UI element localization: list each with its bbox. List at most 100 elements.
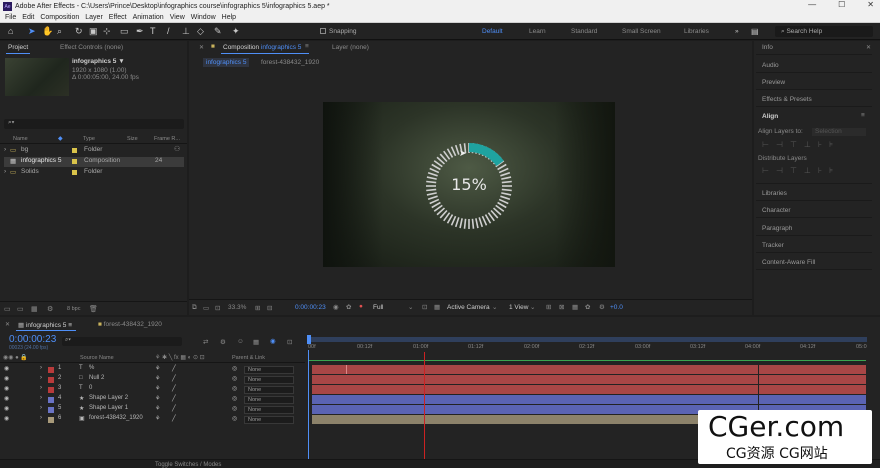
- shy-switch-icon[interactable]: ⚘: [155, 415, 160, 422]
- shy-switch-icon[interactable]: ⚘: [155, 405, 160, 412]
- tab-composition[interactable]: Composition infographics 5: [223, 44, 301, 51]
- label-color-swatch[interactable]: [48, 367, 54, 373]
- table-row[interactable]: ◉ › 4 ★ Shape Layer 2 ⚘ ╱ ◎ None: [0, 395, 305, 405]
- table-row[interactable]: ◉ › 1 T% ⚘ ╱ ◎ None: [0, 365, 305, 375]
- roto-brush-tool-icon[interactable]: ✎: [214, 26, 222, 37]
- work-area-range[interactable]: [307, 337, 867, 342]
- timeline-search-input[interactable]: ⌕▾: [62, 337, 182, 346]
- project-search-input[interactable]: ⌕▾: [4, 119, 184, 129]
- toggle-pixel-icon[interactable]: ⊞: [546, 303, 551, 311]
- flowchart-icon[interactable]: ⚇: [174, 145, 180, 153]
- workspace-learn[interactable]: Learn: [529, 28, 546, 35]
- playhead[interactable]: [308, 350, 309, 460]
- comp-frame[interactable]: 15% ➤: [323, 102, 615, 267]
- zoom-tool-icon[interactable]: ⌕: [57, 26, 62, 37]
- interpret-footage-icon[interactable]: ▭: [4, 305, 11, 313]
- draft-3d-icon[interactable]: ⚙: [220, 338, 226, 346]
- chevron-right-icon[interactable]: ›: [40, 395, 42, 401]
- column-size[interactable]: Size: [127, 136, 138, 142]
- close-icon[interactable]: ✕: [199, 44, 204, 51]
- panel-content-aware-fill[interactable]: Content-Aware Fill: [756, 253, 872, 270]
- viewer-timecode[interactable]: 0:00:00:23: [295, 304, 326, 311]
- label-swatch[interactable]: [72, 159, 77, 164]
- label-color-swatch[interactable]: [48, 377, 54, 383]
- column-source-name[interactable]: Source Name: [80, 355, 114, 361]
- eye-icon[interactable]: ◉: [4, 415, 9, 422]
- tab-menu-icon[interactable]: ≡: [305, 43, 309, 50]
- chevron-right-icon[interactable]: ›: [4, 146, 6, 153]
- quality-switch-icon[interactable]: ╱: [172, 405, 176, 412]
- label-color-swatch[interactable]: [48, 397, 54, 403]
- pickwhip-icon[interactable]: ◎: [232, 395, 237, 402]
- mask-view-icon[interactable]: ⊡: [215, 304, 220, 312]
- selected-item-name[interactable]: infographics 5 ▼: [72, 58, 125, 65]
- flowchart-icon[interactable]: ✿: [585, 303, 590, 311]
- more-workspaces-button[interactable]: »: [735, 28, 739, 35]
- layer-name[interactable]: %: [89, 365, 94, 371]
- work-area-start-handle[interactable]: [307, 335, 311, 344]
- workspace-small-screen[interactable]: Small Screen: [622, 28, 661, 35]
- menu-view[interactable]: View: [170, 14, 185, 21]
- comp-mini-flowchart-icon[interactable]: ⇄: [203, 338, 208, 346]
- chevron-right-icon[interactable]: ›: [40, 415, 42, 421]
- chevron-right-icon[interactable]: ›: [4, 168, 6, 175]
- type-tool-icon[interactable]: T: [150, 26, 156, 36]
- hand-tool-icon[interactable]: ✋: [42, 26, 53, 37]
- workspace-libraries[interactable]: Libraries: [684, 28, 709, 35]
- new-composition-icon[interactable]: ▦: [31, 305, 38, 313]
- keyframe-marker[interactable]: [346, 365, 347, 374]
- always-preview-icon[interactable]: ⧉: [192, 304, 197, 312]
- panel-preview[interactable]: Preview: [756, 73, 872, 90]
- tab-project[interactable]: Project: [8, 44, 28, 51]
- table-row[interactable]: ◉ › 3 T 0 ⚘ ╱ ◎ None: [0, 385, 305, 395]
- pickwhip-icon[interactable]: ◎: [232, 415, 237, 422]
- label-swatch[interactable]: [72, 148, 77, 153]
- chevron-right-icon[interactable]: ›: [40, 365, 42, 371]
- label-color-swatch[interactable]: [48, 407, 54, 413]
- eye-icon[interactable]: ◉: [4, 385, 9, 392]
- panel-effects-presets[interactable]: Effects & Presets: [756, 90, 872, 107]
- view-layout-select[interactable]: 1 View: [509, 304, 528, 311]
- column-frame-rate[interactable]: Frame R...: [154, 136, 180, 142]
- fast-preview-icon[interactable]: ⊠: [559, 303, 564, 311]
- table-row[interactable]: ◉ › 6 ▣ forest-438432_1920 ⚘ ╱ ◎ None: [0, 415, 305, 425]
- eye-icon[interactable]: ◉: [4, 375, 9, 382]
- list-item[interactable]: › ▭ bg Folder: [4, 146, 184, 156]
- graph-editor-icon[interactable]: ⊡: [287, 338, 292, 346]
- maximize-button[interactable]: ☐: [838, 0, 845, 9]
- tab-effect-controls[interactable]: Effect Controls (none): [60, 44, 123, 51]
- pan-behind-tool-icon[interactable]: ⊹: [103, 26, 111, 37]
- tab-timeline-comp[interactable]: ▦ infographics 5 ≡: [18, 321, 72, 329]
- workspace-standard[interactable]: Standard: [571, 28, 597, 35]
- chevron-right-icon[interactable]: ›: [40, 405, 42, 411]
- search-help-input[interactable]: ⌕ Search Help: [775, 26, 873, 37]
- quality-switch-icon[interactable]: ╱: [172, 385, 176, 392]
- brush-tool-icon[interactable]: /: [167, 26, 170, 36]
- toggle-switches-modes[interactable]: Toggle Switches / Modes: [155, 462, 221, 468]
- column-name[interactable]: Name: [13, 136, 28, 142]
- breadcrumb-comp[interactable]: infographics 5: [203, 58, 250, 67]
- panel-libraries[interactable]: Libraries: [756, 184, 872, 201]
- menu-layer[interactable]: Layer: [85, 14, 103, 21]
- breadcrumb-footage[interactable]: forest-438432_1920: [261, 59, 319, 66]
- layer-bar-3[interactable]: [312, 385, 866, 394]
- column-type[interactable]: Type: [83, 136, 95, 142]
- chevron-down-icon[interactable]: ⌄: [530, 303, 535, 311]
- rotate-tool-icon[interactable]: ↻: [75, 26, 83, 37]
- bpc-label[interactable]: 8 bpc: [67, 306, 80, 312]
- chevron-down-icon[interactable]: ⌄: [408, 303, 413, 311]
- menu-edit[interactable]: Edit: [22, 14, 34, 21]
- exposure-value[interactable]: +0.0: [610, 304, 623, 311]
- layer-bar-2[interactable]: [312, 375, 866, 384]
- tab-timeline-footage[interactable]: ■ forest-438432_1920: [98, 321, 162, 328]
- quality-switch-icon[interactable]: ╱: [172, 375, 176, 382]
- align-buttons[interactable]: ⊢⊣⊤⊥⊦⊧: [762, 140, 840, 149]
- puppet-tool-icon[interactable]: ✦: [232, 26, 240, 37]
- parent-select[interactable]: None: [244, 416, 294, 424]
- shy-switch-icon[interactable]: ⚘: [155, 385, 160, 392]
- timeline-icon[interactable]: ▦: [572, 303, 578, 311]
- eraser-tool-icon[interactable]: ◇: [197, 26, 204, 37]
- roi-icon[interactable]: ⊡: [422, 303, 427, 311]
- project-settings-icon[interactable]: ⚙: [47, 305, 53, 313]
- list-item[interactable]: › ▭ Solids Folder: [4, 168, 184, 178]
